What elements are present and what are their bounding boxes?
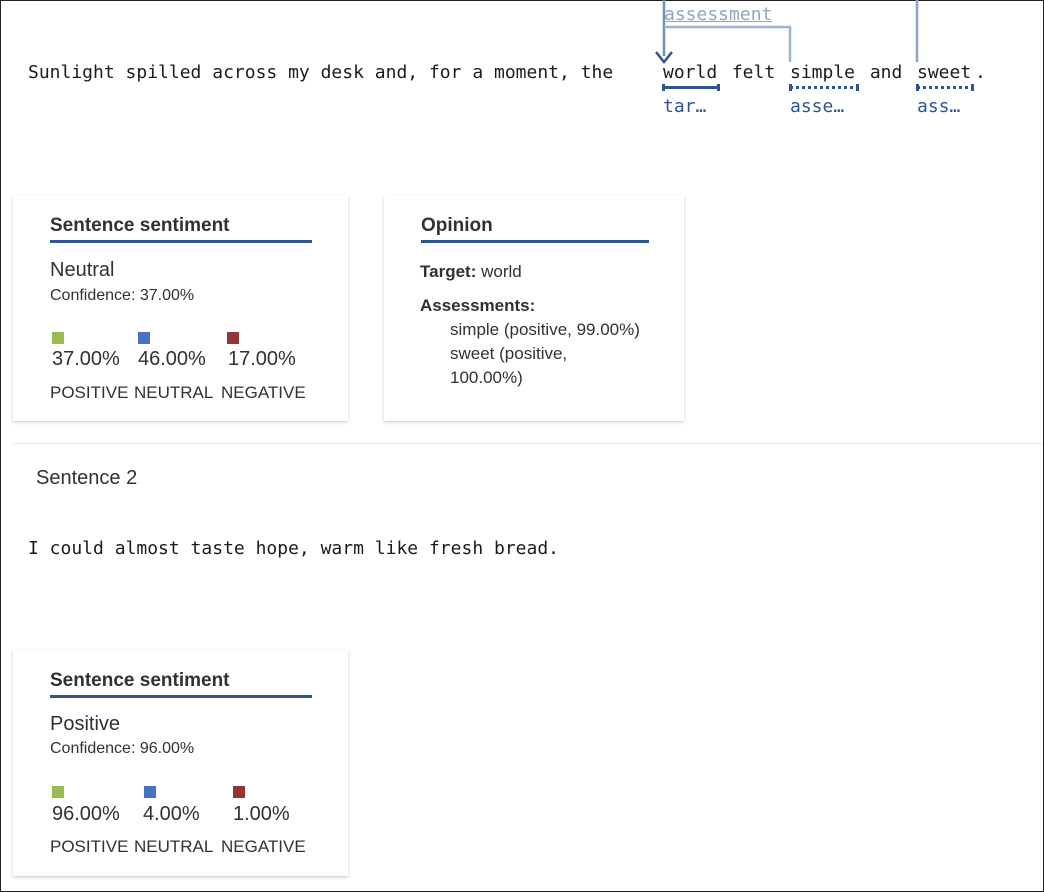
sentence-2-header: Sentence 2: [36, 467, 138, 489]
negative-score: 17.00%: [228, 348, 296, 370]
card-title: Sentence sentiment: [50, 670, 230, 691]
title-rule: [50, 240, 312, 243]
token-simple[interactable]: simple: [790, 62, 855, 83]
opinion-card: Opinion Target: world Assessments: simpl…: [384, 195, 684, 421]
target-underline: [663, 86, 720, 89]
relation-arcs: [655, 0, 919, 65]
assessment-item: 100.00%): [450, 368, 523, 387]
underline-cap: [789, 84, 792, 91]
assessment-underline: [790, 86, 859, 89]
neutral-label: NEUTRAL: [134, 837, 214, 856]
sentiment-label: Positive: [50, 713, 121, 735]
confidence-text: Confidence: 37.00%: [50, 287, 195, 304]
assessment-underline: [917, 86, 974, 89]
positive-label: POSITIVE: [50, 837, 129, 856]
underline-cap: [717, 84, 720, 91]
token-felt: felt: [721, 62, 787, 83]
neutral-score: 4.00%: [143, 803, 200, 825]
negative-label: NEGATIVE: [221, 837, 306, 856]
underline-cap: [916, 84, 919, 91]
title-rule: [421, 240, 649, 243]
token-world[interactable]: world: [663, 62, 717, 83]
token-tag-sweet[interactable]: ass…: [917, 96, 960, 117]
sentence-1-prefix: Sunlight spilled across my desk and, for…: [28, 62, 625, 83]
target-value: world: [481, 262, 522, 281]
assessment-item: simple (positive, 99.00%): [450, 320, 640, 339]
token-tag-world[interactable]: tar…: [663, 96, 706, 117]
neutral-label: NEUTRAL: [134, 383, 214, 402]
token-period: .: [975, 62, 986, 83]
token-sweet[interactable]: sweet: [917, 62, 971, 83]
neutral-swatch: [138, 332, 150, 344]
underline-cap: [662, 84, 665, 91]
underline-cap: [856, 84, 859, 91]
assessment-item: sweet (positive,: [450, 344, 568, 363]
positive-label: POSITIVE: [50, 383, 129, 402]
token-and: and: [859, 62, 914, 83]
positive-swatch: [52, 786, 64, 798]
positive-swatch: [52, 332, 64, 344]
confidence-text: Confidence: 96.00%: [50, 740, 195, 757]
positive-score: 37.00%: [52, 348, 120, 370]
sentence-sentiment-card-1: Sentence sentiment Neutral Confidence: 3…: [13, 195, 348, 421]
negative-label: NEGATIVE: [221, 383, 306, 402]
sentence-2-text: I could almost taste hope, warm like fre…: [28, 538, 560, 559]
negative-score: 1.00%: [233, 803, 290, 825]
sentence-sentiment-card-2: Sentence sentiment Positive Confidence: …: [13, 650, 348, 876]
target-key: Target:: [420, 262, 477, 281]
token-tag-simple[interactable]: asse…: [790, 96, 844, 117]
title-rule: [50, 695, 312, 698]
positive-score: 96.00%: [52, 803, 120, 825]
assessment-arc-simple: [664, 25, 792, 62]
negative-swatch: [227, 332, 239, 344]
negative-swatch: [233, 786, 245, 798]
relation-label: assessment: [664, 4, 773, 25]
opinion-target: Target: world: [420, 262, 522, 282]
sentiment-label: Neutral: [50, 259, 115, 281]
opinion-title: Opinion: [421, 215, 493, 236]
card-title: Sentence sentiment: [50, 215, 230, 236]
neutral-swatch: [144, 786, 156, 798]
assessments-key: Assessments:: [420, 296, 536, 315]
underline-cap: [971, 84, 974, 91]
section-divider: [13, 443, 1042, 444]
neutral-score: 46.00%: [138, 348, 206, 370]
